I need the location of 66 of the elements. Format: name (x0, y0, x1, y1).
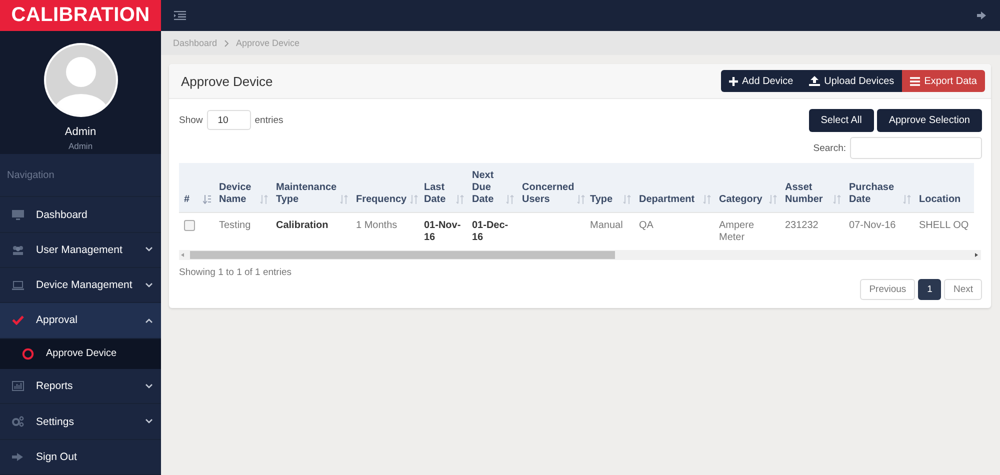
user-name: Admin (64, 126, 96, 138)
chevron-right-icon (224, 40, 230, 46)
circle-icon (22, 348, 34, 360)
check-icon (12, 315, 24, 326)
action-button[interactable]: Upload Devices (801, 70, 902, 92)
table-action-button[interactable]: Select All (808, 109, 874, 132)
column-header[interactable]: Type (585, 163, 634, 212)
column-header[interactable]: Concerned Users (517, 163, 585, 212)
show-label: Show (179, 114, 203, 126)
table-cell: Manual (590, 220, 623, 230)
column-header[interactable]: Department (634, 163, 714, 212)
chart-icon (12, 381, 24, 392)
column-header[interactable]: Location (914, 163, 974, 212)
page-size-field[interactable]: 10 (206, 110, 251, 130)
horizontal-scrollbar[interactable] (179, 250, 981, 260)
list-icon (910, 76, 920, 86)
action-button[interactable]: Export Data (902, 70, 985, 92)
chevron-down-icon (145, 384, 153, 389)
table-cell: Testing (219, 220, 251, 230)
avatar-icon (42, 42, 118, 118)
table-cell: 231232 (785, 220, 818, 230)
table-cell: Calibration (276, 220, 328, 230)
chevron-down-icon (145, 282, 153, 288)
users-icon (12, 244, 24, 255)
table-action-button[interactable]: Approve Selection (876, 109, 982, 132)
column-header[interactable]: Category (714, 163, 780, 212)
entries-label: entries (254, 114, 284, 126)
chevron-up-icon (145, 318, 153, 323)
column-header[interactable]: Last Date (419, 163, 467, 212)
table-cell: 07-Nov-16 (849, 220, 896, 230)
logout-icon[interactable] (977, 11, 987, 20)
gears-icon (12, 416, 24, 428)
nav-item[interactable]: Approval (0, 303, 161, 339)
column-header[interactable]: # (179, 163, 214, 212)
column-header[interactable]: Purchase Date (844, 163, 914, 212)
card-title: Approve Device (181, 74, 273, 88)
pagination-button[interactable]: Previous (860, 279, 916, 300)
plus-icon (729, 76, 738, 86)
pagination-button[interactable]: Next (944, 279, 982, 300)
upload-icon (809, 76, 820, 86)
column-header[interactable]: Device Name (214, 163, 271, 212)
logout-icon (12, 452, 24, 462)
column-header[interactable]: Asset Number (780, 163, 844, 212)
monitor-icon (12, 210, 24, 220)
menu-icon[interactable] (174, 11, 186, 20)
search-field[interactable] (850, 137, 982, 159)
table-cell: 01-Dec-16 (472, 220, 508, 242)
row-checkbox[interactable] (184, 220, 195, 230)
table-cell: Ampere Meter (719, 220, 754, 242)
column-header[interactable]: Frequency (351, 163, 419, 212)
action-button[interactable]: Add Device (721, 70, 802, 92)
laptop-icon (12, 280, 24, 290)
logo: CALIBRATION (0, 0, 161, 31)
chevron-down-icon (145, 247, 153, 252)
table-cell: QA (639, 220, 654, 230)
chevron-down-icon (145, 419, 153, 424)
column-header[interactable]: Maintenance Type (271, 163, 351, 212)
column-header[interactable]: Next Due Date (467, 163, 517, 212)
table-cell: SHELL OQ (919, 220, 969, 230)
pagination-button[interactable]: 1 (918, 279, 942, 300)
nav-subitem[interactable]: Approve Device (0, 338, 161, 370)
search-label: Search: (813, 142, 846, 154)
table-cell: 1 Months (356, 220, 398, 230)
user-role: Admin (68, 141, 93, 151)
table-cell: 01-Nov-16 (424, 220, 461, 242)
table-info: Showing 1 to 1 of 1 entries (179, 267, 292, 278)
